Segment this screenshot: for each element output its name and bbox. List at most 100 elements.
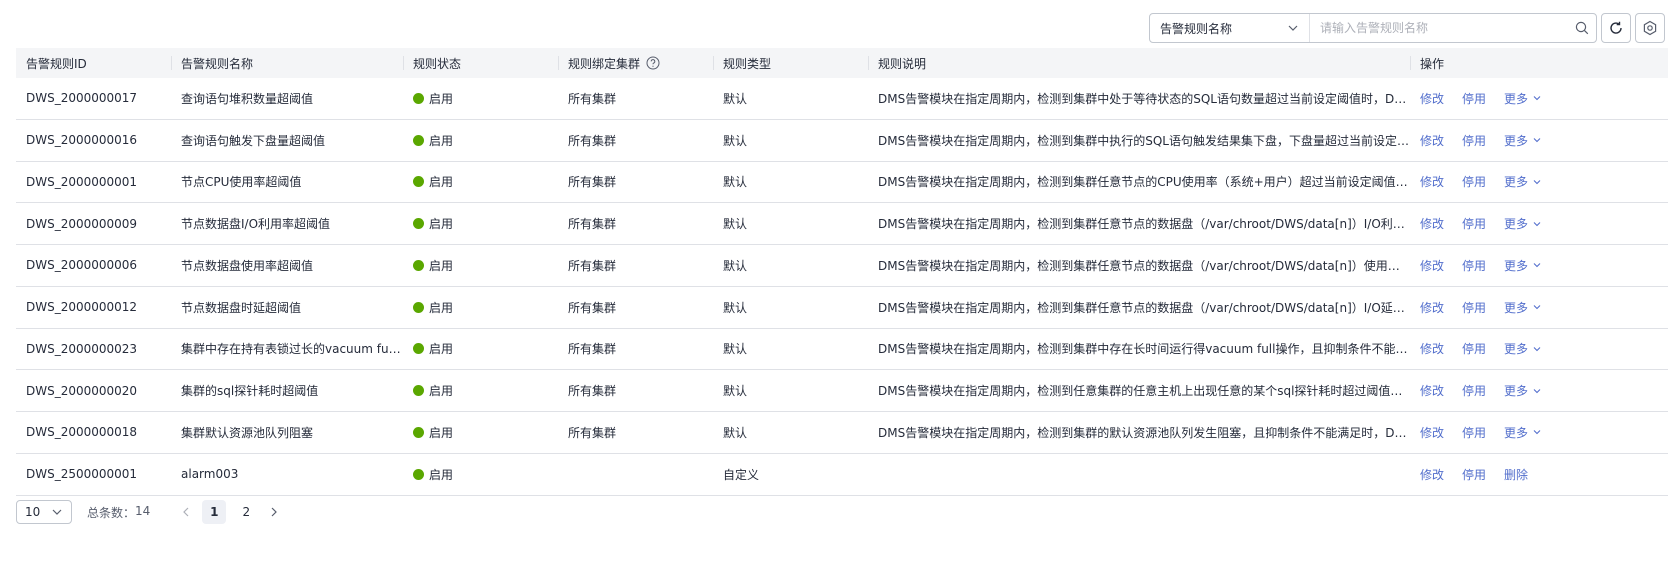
more-dropdown[interactable]: 更多 [1504, 257, 1542, 274]
cell-operations: 修改 停用 更多 [1410, 78, 1668, 119]
table-row: DWS_2000000016 查询语句触发下盘量超阈值 启用 所有集群 默认 DMS告警模… [16, 120, 1668, 162]
more-dropdown[interactable]: 更多 [1504, 173, 1542, 190]
cell-rule-description: DMS告警模块在指定周期内，检测到集群任意节点的数据盘（/var/chroot/… [878, 217, 1410, 232]
chevron-down-icon [1288, 25, 1298, 31]
table-row: DWS_2000000023 集群中存在持有表锁过长的vacuum full...… [16, 329, 1668, 371]
disable-link[interactable]: 停用 [1462, 299, 1486, 316]
cell-rule-name: 集群默认资源池队列阻塞 [181, 425, 314, 440]
next-page-button[interactable] [262, 500, 286, 524]
search-icon [1575, 21, 1589, 35]
cell-rule-id: DWS_2000000001 [26, 174, 138, 189]
filter-field-select[interactable]: 告警规则名称 [1150, 14, 1310, 42]
settings-button[interactable] [1635, 13, 1665, 43]
cell-rule-description: DMS告警模块在指定周期内，检测到集群的默认资源池队列发生阻塞，且抑制条件不能满… [878, 425, 1410, 440]
search-input[interactable] [1310, 14, 1568, 42]
prev-page-button[interactable] [174, 500, 198, 524]
total-value: 14 [135, 503, 151, 518]
alarm-rules-table: 告警规则ID 告警规则名称 规则状态 规则绑定集群 规则类型 规则说明 操作 D… [16, 48, 1668, 496]
modify-link[interactable]: 修改 [1420, 215, 1444, 232]
status-enabled-icon [413, 385, 424, 397]
more-label: 更多 [1504, 300, 1529, 315]
page-1-button[interactable]: 1 [202, 500, 227, 524]
cell-rule-status: 启用 [403, 162, 558, 203]
cell-rule-type: 默认 [723, 217, 748, 232]
more-label: 更多 [1504, 133, 1529, 148]
table-row: DWS_2000000001 节点CPU使用率超阈值 启用 所有集群 默认 DMS告警模块… [16, 162, 1668, 204]
disable-link[interactable]: 停用 [1462, 257, 1486, 274]
status-label: 启用 [429, 342, 454, 357]
cell-rule-id: DWS_2000000023 [26, 341, 138, 356]
column-header-operations: 操作 [1410, 48, 1668, 78]
help-icon[interactable] [646, 56, 660, 70]
disable-link[interactable]: 停用 [1462, 424, 1486, 441]
more-dropdown[interactable]: 更多 [1504, 132, 1542, 149]
modify-link[interactable]: 修改 [1420, 466, 1444, 483]
modify-link[interactable]: 修改 [1420, 257, 1444, 274]
modify-link[interactable]: 修改 [1420, 173, 1444, 190]
modify-link[interactable]: 修改 [1420, 424, 1444, 441]
cell-rule-status: 启用 [403, 454, 558, 495]
cell-operations: 修改 停用 更多 [1410, 162, 1668, 203]
status-enabled-icon [413, 468, 424, 480]
search-button[interactable] [1568, 14, 1596, 42]
cell-rule-type: 默认 [723, 258, 748, 273]
disable-link[interactable]: 停用 [1462, 90, 1486, 107]
modify-link[interactable]: 修改 [1420, 382, 1444, 399]
cell-rule-status: 启用 [403, 203, 558, 244]
cell-operations: 修改 停用 删除 [1410, 454, 1668, 495]
chevron-down-icon [52, 509, 62, 515]
status-label: 启用 [429, 258, 454, 273]
modify-link[interactable]: 修改 [1420, 90, 1444, 107]
more-dropdown[interactable]: 更多 [1504, 340, 1542, 357]
cell-operations: 修改 停用 更多 [1410, 203, 1668, 244]
cell-rule-type: 默认 [723, 175, 748, 190]
cell-operations: 修改 停用 更多 [1410, 287, 1668, 328]
status-label: 启用 [429, 300, 454, 315]
cell-bound-cluster: 所有集群 [568, 300, 617, 315]
cell-rule-description: DMS告警模块在指定周期内，检测到集群中执行的SQL语句触发结果集下盘，下盘量超… [878, 133, 1410, 148]
cell-rule-name: 节点数据盘使用率超阈值 [181, 258, 314, 273]
more-dropdown[interactable]: 更多 [1504, 382, 1542, 399]
cell-rule-status: 启用 [403, 120, 558, 161]
cell-rule-description: DMS告警模块在指定周期内，检测到集群任意节点的数据盘（/var/chroot/… [878, 258, 1410, 273]
disable-link[interactable]: 停用 [1462, 466, 1486, 483]
disable-link[interactable]: 停用 [1462, 340, 1486, 357]
more-label: 更多 [1504, 217, 1529, 232]
page-size-select[interactable]: 10 [16, 500, 72, 524]
disable-link[interactable]: 停用 [1462, 382, 1486, 399]
chevron-down-icon [1533, 263, 1541, 268]
cell-bound-cluster: 所有集群 [568, 217, 617, 232]
page-2-button[interactable]: 2 [234, 500, 258, 524]
disable-link[interactable]: 停用 [1462, 215, 1486, 232]
pagination: 10 总条数： 14 1 2 [16, 500, 286, 524]
status-enabled-icon [413, 259, 424, 271]
more-label: 更多 [1504, 175, 1529, 190]
modify-link[interactable]: 修改 [1420, 340, 1444, 357]
cell-rule-name: 集群的sql探针耗时超阈值 [181, 384, 319, 399]
cell-rule-id: DWS_2000000020 [26, 383, 138, 398]
table-row: DWS_2000000012 节点数据盘时延超阈值 启用 所有集群 默认 DMS告警模块在… [16, 287, 1668, 329]
cell-rule-status: 启用 [403, 245, 558, 286]
modify-link[interactable]: 修改 [1420, 132, 1444, 149]
cell-rule-type: 默认 [723, 342, 748, 357]
refresh-button[interactable] [1601, 13, 1631, 43]
disable-link[interactable]: 停用 [1462, 173, 1486, 190]
settings-icon [1643, 20, 1657, 36]
modify-link[interactable]: 修改 [1420, 299, 1444, 316]
more-dropdown[interactable]: 更多 [1504, 215, 1542, 232]
cell-rule-name: 节点CPU使用率超阈值 [181, 175, 302, 190]
status-label: 启用 [429, 217, 454, 232]
more-dropdown[interactable]: 更多 [1504, 424, 1542, 441]
delete-link[interactable]: 删除 [1504, 466, 1528, 483]
column-header-name: 告警规则名称 [171, 48, 403, 78]
more-dropdown[interactable]: 更多 [1504, 90, 1542, 107]
chevron-down-icon [1533, 346, 1541, 352]
search-box: 告警规则名称 [1149, 13, 1597, 43]
cell-rule-id: DWS_2000000006 [26, 258, 138, 273]
cell-rule-type: 默认 [723, 133, 748, 148]
more-dropdown[interactable]: 更多 [1504, 299, 1542, 316]
chevron-down-icon [1533, 179, 1541, 185]
disable-link[interactable]: 停用 [1462, 132, 1486, 149]
column-header-type: 规则类型 [713, 48, 868, 78]
status-enabled-icon [413, 301, 424, 313]
